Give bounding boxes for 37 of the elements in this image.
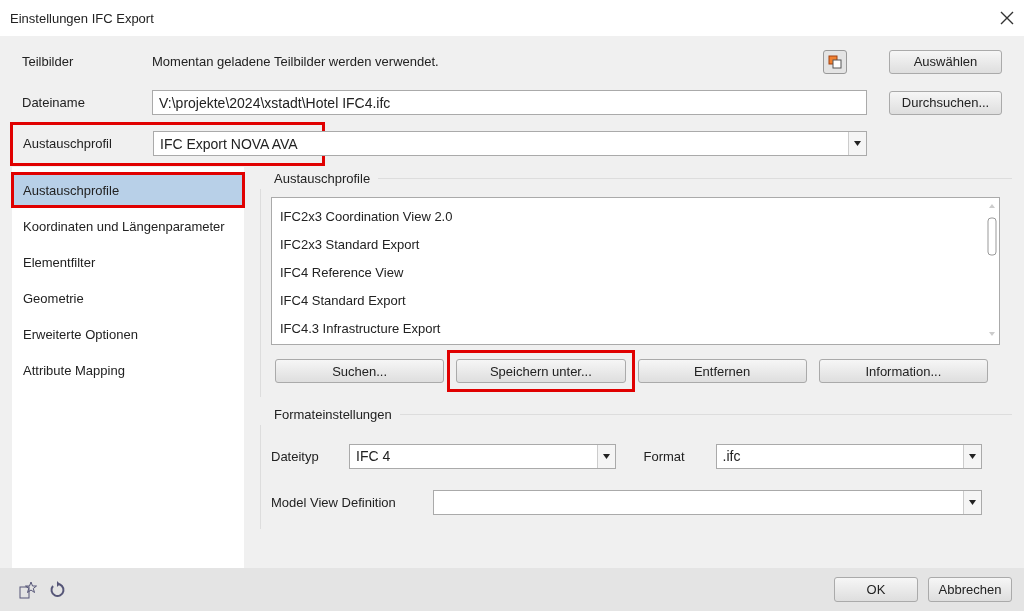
field-label: Austauschprofil [22,136,113,151]
dialog-button[interactable]: OK [834,577,918,602]
field-label: Dateiname [21,95,86,110]
sidebar-item[interactable]: Geometrie [14,283,242,313]
close-icon[interactable] [1000,11,1014,25]
sidebar-item[interactable]: Erweiterte Optionen [14,319,242,349]
group-title: Austauschprofile [273,170,371,186]
sidebar-item[interactable]: Elementfilter [14,247,242,277]
field-label: Format [643,448,686,464]
list-item[interactable]: IFC4 Reference View [280,258,977,286]
dialog-button[interactable]: Abbrechen [928,577,1012,602]
select-button[interactable]: Auswählen [889,49,1002,74]
list-item[interactable]: IFC4 Standard Export [280,286,977,314]
star-document-icon[interactable] [18,579,38,600]
field-label: Model View Definition [271,494,397,510]
list-item[interactable]: IFC2x3 Standard Export [280,230,977,258]
browse-button[interactable]: Durchsuchen... [889,90,1002,115]
format-dropdown[interactable]: .ifc [715,443,982,469]
layers-icon[interactable] [823,49,847,74]
group-title: Formateinstellungen [273,406,392,422]
list-item[interactable]: IFC4.3 Infrastructure Export [280,314,977,342]
field-label: Dateityp [271,448,320,464]
field-label: Teilbilder [21,54,75,69]
profile-action-button[interactable]: Information... [818,359,988,383]
reset-icon[interactable] [48,580,66,599]
profile-action-button[interactable]: Entfernen [637,359,807,383]
profile-action-button[interactable]: Suchen... [275,359,445,383]
sidebar-item[interactable]: Attribute Mapping [14,355,242,385]
profile-action-button[interactable]: Speichern unter... [456,359,626,383]
filename-field[interactable]: V:\projekte\2024\xstadt\Hotel IFC4.ifc [152,90,867,115]
profile-dropdown[interactable]: IFC Export NOVA AVA [153,131,323,156]
list-item[interactable]: IFC2x3 Coordination View 2.0 [280,202,977,230]
sidebar-item[interactable]: Koordinaten und Längenparameter [14,211,242,241]
status-text: Momentan geladene Teilbilder werden verwendet. [152,54,440,69]
file-type-dropdown[interactable]: IFC 4 [349,443,616,469]
window-title: Einstellungen IFC Export [10,10,154,26]
sidebar-item[interactable]: Austauschprofile [14,175,242,205]
